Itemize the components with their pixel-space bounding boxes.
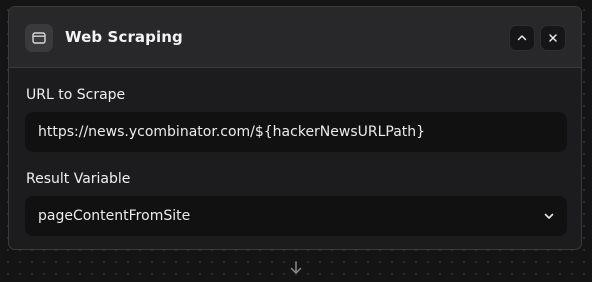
node-header: Web Scraping xyxy=(9,7,581,68)
url-input[interactable]: https://news.ycombinator.com/${hackerNew… xyxy=(25,112,567,152)
web-scraping-node[interactable]: Web Scraping URL to Scrape https://news.… xyxy=(8,6,582,250)
url-field-label: URL to Scrape xyxy=(26,87,126,103)
result-variable-value: pageContentFromSite xyxy=(38,208,191,224)
chevron-down-icon xyxy=(544,213,554,219)
url-input-value: https://news.ycombinator.com/${hackerNew… xyxy=(38,124,426,140)
result-variable-select[interactable]: pageContentFromSite xyxy=(25,196,567,236)
close-button[interactable] xyxy=(540,25,566,51)
browser-window-icon xyxy=(25,24,53,52)
arrow-down-icon xyxy=(290,261,302,274)
collapse-button[interactable] xyxy=(509,25,535,51)
chevron-up-icon xyxy=(517,35,527,41)
node-title: Web Scraping xyxy=(65,28,183,46)
close-icon xyxy=(549,34,557,42)
result-variable-label: Result Variable xyxy=(26,171,131,187)
